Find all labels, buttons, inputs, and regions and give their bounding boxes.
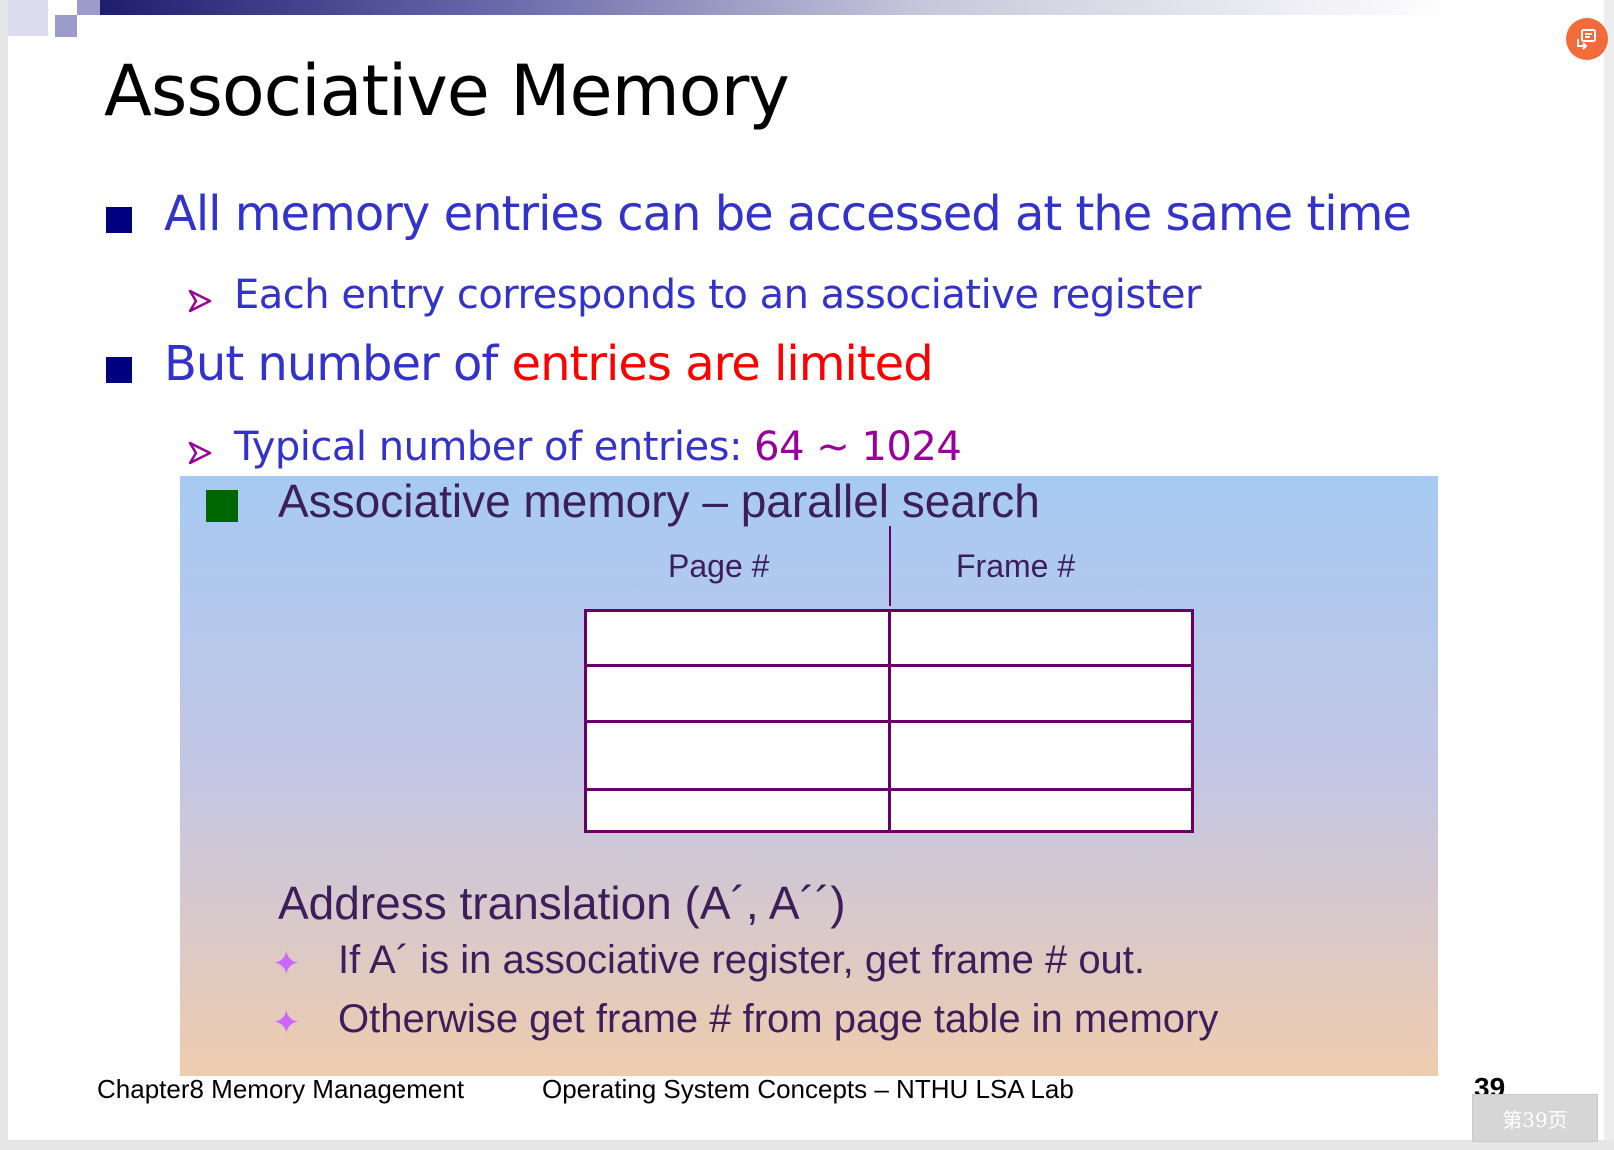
table-cell xyxy=(584,664,891,723)
header-decoration-square xyxy=(77,0,100,15)
sub-bullet-text-emphasis: 64 ~ 1024 xyxy=(754,424,962,470)
header-decoration-band xyxy=(100,0,1604,15)
address-translation-item: If A´ is in associative register, get fr… xyxy=(338,938,1146,982)
table-row xyxy=(584,719,1194,791)
slide-title: Associative Memory xyxy=(104,50,790,132)
star-bullet-icon: ✦ xyxy=(272,944,301,984)
bullet-text-plain: But number of xyxy=(164,336,512,392)
associative-memory-figure: Associative memory – parallel search Pag… xyxy=(180,475,1438,1076)
footer-course: Operating System Concepts – NTHU LSA Lab xyxy=(542,1074,1074,1104)
table-cell xyxy=(584,787,891,834)
page-indicator-badge[interactable]: 第39页 xyxy=(1472,1094,1598,1142)
page-edge-left xyxy=(0,0,8,1150)
bullet-text-emphasis: entries are limited xyxy=(511,336,934,392)
bullet-text: All memory entries can be accessed at th… xyxy=(164,186,1412,242)
column-divider xyxy=(889,526,891,606)
sub-bullet-text: Typical number of entries: 64 ~ 1024 xyxy=(234,424,962,470)
sub-bullet-arrow-icon xyxy=(188,289,212,313)
star-bullet-icon: ✦ xyxy=(272,1003,301,1043)
page-edge-right xyxy=(1604,0,1614,1150)
bullet-text: But number of entries are limited xyxy=(164,336,934,392)
bullet-square-icon xyxy=(106,207,132,233)
header-decoration-square xyxy=(55,15,77,37)
table-cell xyxy=(584,719,891,791)
footer-chapter: Chapter8 Memory Management xyxy=(97,1074,465,1104)
reader-mode-button[interactable] xyxy=(1566,18,1608,60)
table-row xyxy=(584,787,1194,834)
sub-bullet-arrow-icon xyxy=(188,441,212,465)
table-cell xyxy=(887,719,1194,791)
associative-register-table xyxy=(584,608,1194,834)
bullet-square-icon xyxy=(106,357,132,383)
table-cell xyxy=(584,608,891,668)
column-label-frame: Frame # xyxy=(956,548,1076,584)
table-cell xyxy=(887,664,1194,723)
table-cell xyxy=(887,608,1194,668)
table-cell xyxy=(887,787,1194,834)
column-label-page: Page # xyxy=(668,548,770,584)
page-edge-bottom xyxy=(0,1140,1614,1150)
header-decoration-square xyxy=(8,0,48,36)
address-translation-title: Address translation (A´, A´´) xyxy=(278,877,846,929)
table-row xyxy=(584,664,1194,723)
table-row xyxy=(584,608,1194,668)
figure-heading: Associative memory – parallel search xyxy=(278,475,1040,527)
figure-bullet-square-icon xyxy=(206,490,238,522)
reader-mode-icon xyxy=(1577,29,1596,50)
address-translation-item: Otherwise get frame # from page table in… xyxy=(338,997,1219,1041)
sub-bullet-text-plain: Typical number of entries: xyxy=(234,424,755,470)
sub-bullet-text: Each entry corresponds to an associative… xyxy=(234,272,1201,318)
